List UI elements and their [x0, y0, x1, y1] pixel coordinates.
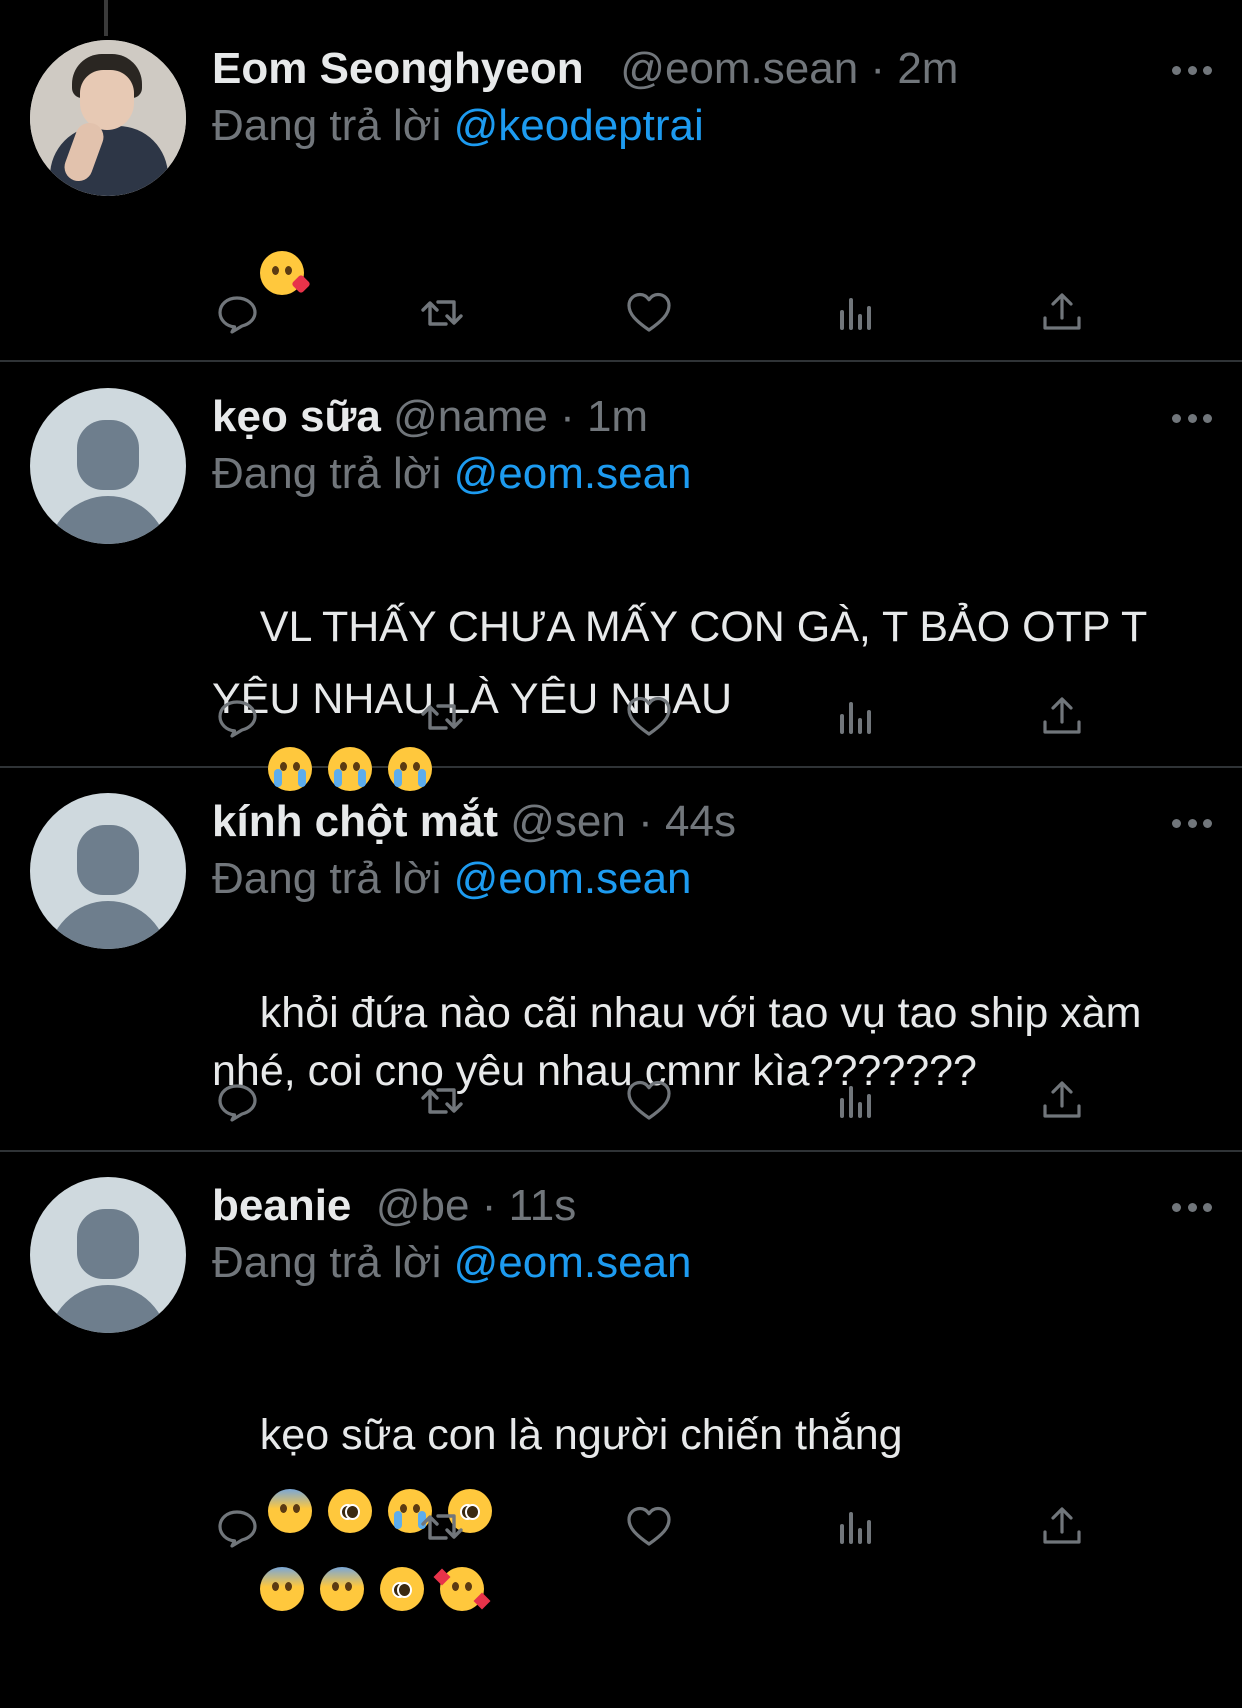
tweet-header: kẹo sữa @name · 1m — [212, 389, 648, 445]
tweet-actions — [212, 288, 1082, 338]
user-handle[interactable]: @name — [393, 392, 548, 441]
tweet[interactable]: beanie @be · 11s Đang trả lời @eom.sean … — [0, 1152, 1242, 1611]
retweet-icon[interactable] — [417, 288, 467, 338]
user-handle[interactable]: @sen — [510, 797, 626, 846]
share-icon[interactable] — [1037, 692, 1087, 742]
like-icon[interactable] — [624, 1502, 674, 1552]
tweet-header: kính chột mắt @sen · 44s — [212, 794, 736, 850]
fearful-face-icon — [259, 1567, 304, 1611]
separator-dot: · — [560, 392, 575, 441]
more-options-icon[interactable] — [1172, 817, 1212, 829]
tweet[interactable]: kẹo sữa @name · 1m Đang trả lời @eom.sea… — [0, 362, 1242, 791]
reply-icon[interactable] — [212, 288, 262, 338]
separator-dot: · — [638, 797, 653, 846]
mention-link[interactable]: @eom.sean — [454, 854, 692, 903]
retweet-icon[interactable] — [417, 692, 467, 742]
fearful-face-icon — [319, 1567, 364, 1611]
mention-link[interactable]: @eom.sean — [454, 449, 692, 498]
tweet-actions — [212, 1502, 1082, 1552]
replying-to-label: Đang trả lời — [212, 101, 442, 150]
replying-to-label: Đang trả lời — [212, 854, 442, 903]
share-icon[interactable] — [1037, 288, 1087, 338]
reply-icon[interactable] — [212, 1076, 262, 1126]
views-icon[interactable] — [832, 1076, 882, 1126]
tweet[interactable]: kính chột mắt @sen · 44s Đang trả lời @e… — [0, 768, 1242, 1152]
avatar[interactable] — [30, 793, 186, 949]
display-name[interactable]: Eom Seonghyeon — [212, 44, 584, 93]
timestamp[interactable]: 44s — [665, 797, 736, 846]
avatar[interactable] — [30, 1177, 186, 1333]
retweet-icon[interactable] — [417, 1076, 467, 1126]
user-handle[interactable]: @eom.sean — [620, 44, 858, 93]
mention-link[interactable]: @eom.sean — [454, 1238, 692, 1287]
timestamp[interactable]: 1m — [587, 392, 648, 441]
user-handle[interactable]: @be — [376, 1181, 470, 1230]
tweet-text-content: kẹo sữa con là người chiến thắng — [259, 1411, 903, 1459]
replying-to: Đang trả lời @eom.sean — [212, 1235, 692, 1291]
tweet-header: beanie @be · 11s — [212, 1178, 576, 1234]
more-options-icon[interactable] — [1172, 1201, 1212, 1213]
views-icon[interactable] — [832, 1502, 882, 1552]
timestamp[interactable]: 2m — [897, 44, 958, 93]
reply-icon[interactable] — [212, 1502, 262, 1552]
like-icon[interactable] — [624, 288, 674, 338]
tweet[interactable]: Eom Seonghyeon @eom.sean · 2m Đang trả l… — [0, 0, 1242, 362]
separator-dot: · — [870, 44, 886, 93]
retweet-icon[interactable] — [417, 1502, 467, 1552]
separator-dot: · — [481, 1181, 497, 1230]
avatar[interactable] — [30, 40, 186, 196]
replying-to-label: Đang trả lời — [212, 449, 442, 498]
replying-to: Đang trả lời @eom.sean — [212, 446, 692, 502]
replying-to: Đang trả lời @eom.sean — [212, 851, 692, 907]
tweet-actions — [212, 692, 1082, 742]
views-icon[interactable] — [832, 288, 882, 338]
timestamp[interactable]: 11s — [509, 1181, 577, 1230]
mention-link[interactable]: @keodeptrai — [454, 101, 704, 150]
pleading-face-icon — [379, 1567, 424, 1611]
replying-to: Đang trả lời @keodeptrai — [212, 98, 704, 154]
share-icon[interactable] — [1037, 1076, 1087, 1126]
more-options-icon[interactable] — [1172, 64, 1212, 76]
reply-icon[interactable] — [212, 692, 262, 742]
share-icon[interactable] — [1037, 1502, 1087, 1552]
more-options-icon[interactable] — [1172, 412, 1212, 424]
tweet-header: Eom Seonghyeon @eom.sean · 2m — [212, 41, 958, 97]
display-name[interactable]: kính chột mắt — [212, 797, 498, 846]
display-name[interactable]: beanie — [212, 1181, 351, 1230]
tweet-actions — [212, 1076, 1082, 1126]
like-icon[interactable] — [624, 692, 674, 742]
smiling-face-with-hearts-icon — [433, 1567, 491, 1611]
replying-to-label: Đang trả lời — [212, 1238, 442, 1287]
like-icon[interactable] — [624, 1076, 674, 1126]
avatar[interactable] — [30, 388, 186, 544]
views-icon[interactable] — [832, 692, 882, 742]
display-name[interactable]: kẹo sữa — [212, 392, 381, 441]
